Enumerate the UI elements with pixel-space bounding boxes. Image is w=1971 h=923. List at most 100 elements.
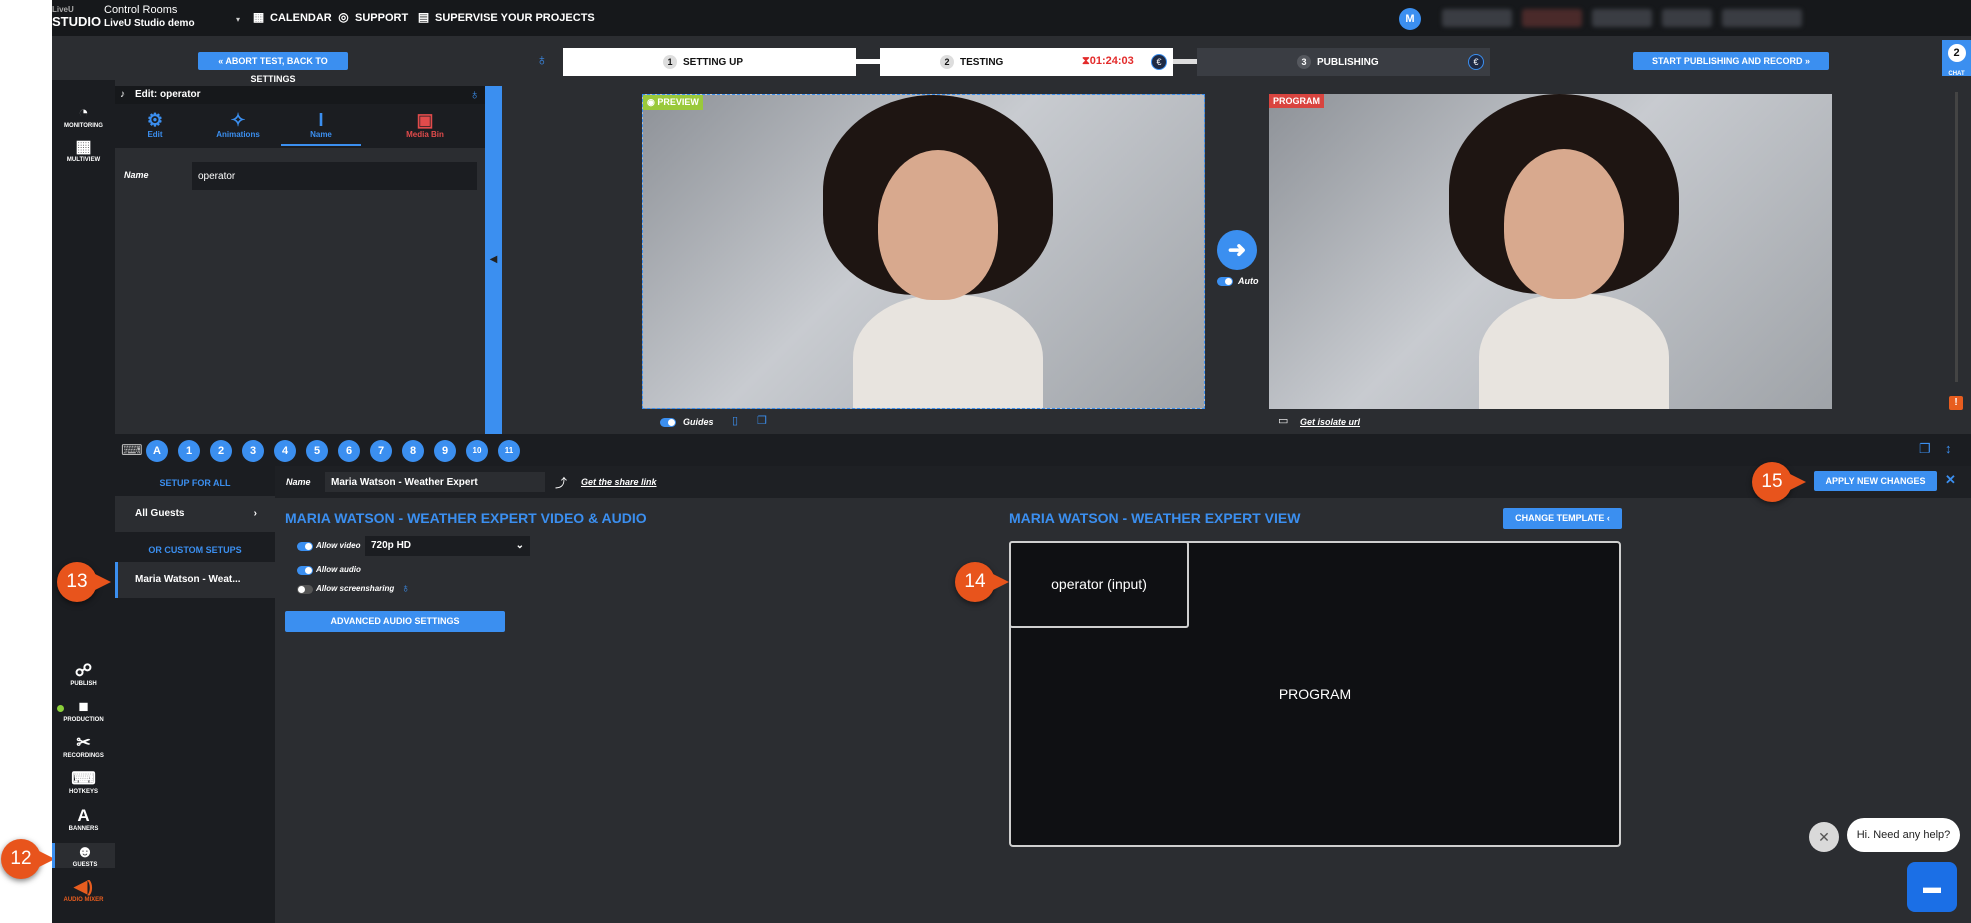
- lifebuoy-icon: ◎: [338, 10, 349, 24]
- sidebar-item-hotkeys[interactable]: ⌨ HOTKEYS: [52, 770, 115, 796]
- presenter-image: [823, 95, 1073, 408]
- euro-icon: €: [1468, 54, 1484, 70]
- app-logo[interactable]: LiveU STUDIO: [52, 4, 101, 32]
- allow-video-label: Allow video: [316, 541, 361, 550]
- custom-setups-label: OR CUSTOM SETUPS: [148, 545, 242, 555]
- sidebar-item-multiview[interactable]: ▦ MULTIVIEW: [52, 137, 115, 164]
- preview-video[interactable]: ◉ PREVIEW: [642, 94, 1205, 409]
- list-item-custom-guest[interactable]: Maria Watson - Weat...: [115, 562, 275, 598]
- allow-audio-toggle[interactable]: [297, 566, 313, 575]
- top-navigation: LiveU STUDIO Control Rooms LiveU Studio d…: [52, 0, 1971, 36]
- guest-view-heading: MARIA WATSON - WEATHER EXPERT VIEW: [1009, 510, 1301, 526]
- sidebar-item-guests[interactable]: ☻ GUESTS: [52, 843, 115, 868]
- room-name: LiveU Studio demo: [104, 18, 195, 29]
- collapse-panel-handle[interactable]: ◀: [485, 86, 502, 434]
- scene-key[interactable]: 10: [466, 440, 488, 462]
- callout-13: 13: [57, 562, 111, 602]
- magic-wand-icon: ✧: [230, 110, 246, 130]
- lightbulb-icon[interactable]: ♁: [401, 581, 410, 595]
- sidebar-item-recordings[interactable]: ✂ RECORDINGS: [52, 733, 115, 760]
- projects-icon: ▤: [417, 10, 430, 24]
- operator-input-slot[interactable]: operator (input): [1009, 541, 1189, 628]
- chat-button[interactable]: 2 CHAT: [1942, 40, 1971, 77]
- avatar[interactable]: M: [1399, 8, 1421, 30]
- close-icon[interactable]: ✕: [1809, 822, 1839, 852]
- satellite-icon: ☍: [74, 661, 93, 680]
- isolate-url-link[interactable]: Get isolate url: [1300, 417, 1360, 427]
- support-link[interactable]: ◎ SUPPORT: [337, 11, 408, 24]
- scene-key[interactable]: 1: [178, 440, 200, 462]
- tab-animations[interactable]: ✧ Animations: [198, 110, 278, 139]
- start-publishing-button[interactable]: START PUBLISHING AND RECORD »: [1633, 52, 1829, 70]
- auto-toggle[interactable]: [1217, 277, 1233, 286]
- grid-icon: ▦: [75, 137, 92, 156]
- chevron-right-icon: ›: [253, 508, 257, 519]
- help-bubble[interactable]: Hi. Need any help?: [1847, 818, 1960, 852]
- text-cursor-icon: I: [318, 110, 324, 130]
- guest-name-input[interactable]: [325, 472, 545, 492]
- allow-screensharing-toggle[interactable]: [297, 585, 313, 594]
- share-icon[interactable]: ⤴: [555, 474, 567, 491]
- change-template-button[interactable]: CHANGE TEMPLATE ‹: [1503, 508, 1622, 529]
- allow-video-toggle[interactable]: [297, 542, 313, 551]
- program-video[interactable]: PROGRAM: [1269, 94, 1832, 409]
- tab-name[interactable]: I Name: [281, 110, 361, 146]
- chevron-down-icon: ⌄: [515, 540, 524, 551]
- list-item-all-guests[interactable]: All Guests ›: [115, 496, 275, 532]
- scene-key[interactable]: 3: [242, 440, 264, 462]
- scene-key[interactable]: 7: [370, 440, 392, 462]
- video-quality-select[interactable]: 720p HD ⌄: [365, 536, 530, 556]
- scissors-icon: ✂: [76, 733, 91, 752]
- keyboard-icon[interactable]: ⌨: [121, 441, 143, 459]
- allow-screensharing-label: Allow screensharing: [316, 584, 395, 593]
- tab-media-bin[interactable]: ▣ Media Bin: [385, 110, 465, 139]
- chevron-left-icon: ◀: [489, 254, 498, 265]
- guides-toggle[interactable]: [660, 418, 676, 427]
- gauge-icon: ◔: [78, 103, 89, 122]
- share-link[interactable]: Get the share link: [581, 477, 657, 487]
- program-layout-slot: PROGRAM: [1278, 686, 1352, 702]
- tab-edit[interactable]: ⚙ Edit: [115, 110, 195, 139]
- archive-icon: ▣: [416, 110, 434, 130]
- sidebar-item-banners[interactable]: A BANNERS: [52, 806, 115, 833]
- calendar-link[interactable]: ▦ CALENDAR: [252, 11, 332, 24]
- scene-key[interactable]: 9: [434, 440, 456, 462]
- windows-icon[interactable]: ❐: [1919, 441, 1931, 457]
- step-publishing[interactable]: 3 PUBLISHING: [1197, 48, 1490, 76]
- eye-icon: ◉: [647, 97, 658, 107]
- transition-arrow-button[interactable]: ➜: [1217, 230, 1257, 270]
- chat-widget-button[interactable]: ▬: [1907, 862, 1957, 912]
- lightbulb-icon[interactable]: ♁: [470, 85, 481, 103]
- abort-test-button[interactable]: « ABORT TEST, BACK TO SETTINGS: [198, 52, 348, 84]
- scene-key[interactable]: 8: [402, 440, 424, 462]
- alert-icon[interactable]: !: [1949, 396, 1963, 410]
- apply-changes-button[interactable]: APPLY NEW CHANGES: [1814, 471, 1937, 491]
- scene-key[interactable]: A: [146, 440, 168, 462]
- supervise-link[interactable]: ▤ SUPERVISE YOUR PROJECTS: [417, 11, 595, 24]
- liveu-studio-app: LiveU STUDIO Control Rooms LiveU Studio d…: [52, 0, 1971, 923]
- sidebar-item-audio-mixer[interactable]: ◀) AUDIO MIXER: [52, 878, 115, 904]
- advanced-audio-button[interactable]: ADVANCED AUDIO SETTINGS: [285, 611, 505, 632]
- scene-key[interactable]: 5: [306, 440, 328, 462]
- lightbulb-icon[interactable]: ♁: [536, 52, 548, 70]
- scene-key[interactable]: 4: [274, 440, 296, 462]
- presenter-image: [1449, 94, 1699, 409]
- step-setting-up[interactable]: 1 SETTING UP: [563, 48, 856, 76]
- program-badge: PROGRAM: [1269, 94, 1324, 108]
- scene-key[interactable]: 11: [498, 440, 520, 462]
- arrow-right-icon: ➜: [1227, 237, 1247, 262]
- chat-bubble-icon: ▬: [1923, 877, 1941, 897]
- copy-icon[interactable]: ❐: [757, 414, 767, 427]
- name-input[interactable]: [192, 162, 477, 190]
- scene-key[interactable]: 6: [338, 440, 360, 462]
- sidebar-item-monitoring[interactable]: ◔ MONITORING: [52, 103, 115, 130]
- resize-vertical-icon[interactable]: ↕: [1945, 441, 1952, 456]
- control-room-selector[interactable]: Control Rooms LiveU Studio demo ▾: [104, 4, 240, 30]
- close-icon[interactable]: ✕: [1945, 472, 1956, 488]
- mobile-icon[interactable]: ▯: [732, 414, 738, 427]
- callout-15: 15: [1752, 462, 1806, 502]
- scene-key[interactable]: 2: [210, 440, 232, 462]
- letter-a-icon: A: [77, 806, 90, 825]
- left-sidebar: ◔ MONITORING ▦ MULTIVIEW ☍ PUBLISH ■ PRODUCT…: [52, 80, 115, 923]
- sidebar-item-publish[interactable]: ☍ PUBLISH: [52, 661, 115, 688]
